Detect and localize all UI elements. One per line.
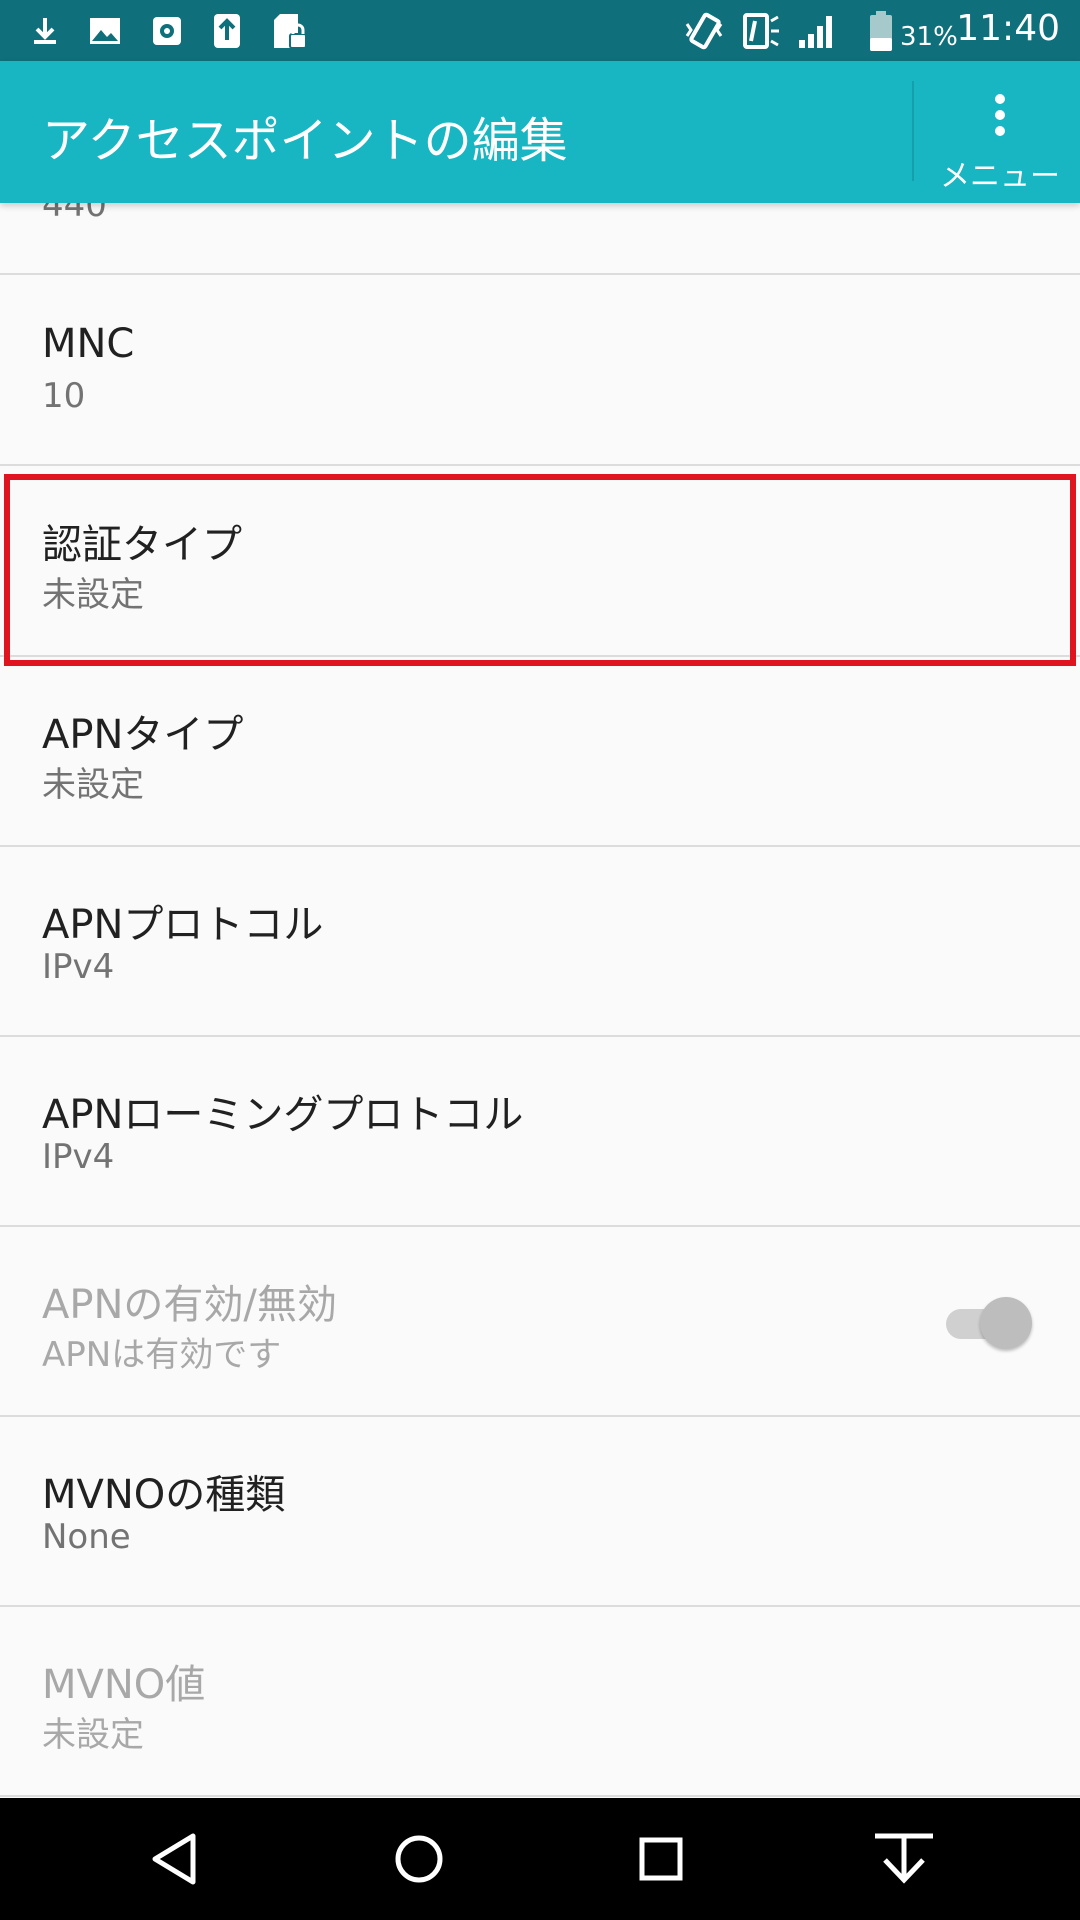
battery-icon xyxy=(860,10,902,52)
item-value: APNは有効です xyxy=(42,1335,282,1375)
upload-icon xyxy=(206,10,248,52)
item-title: APNプロトコル xyxy=(42,902,324,948)
item-title: MVNO値 xyxy=(42,1662,206,1708)
home-icon[interactable] xyxy=(384,1824,454,1894)
item-title: MNC xyxy=(42,321,135,367)
image-icon xyxy=(84,10,126,52)
list-item-auth-type[interactable]: 認証タイプ 未設定 xyxy=(0,467,1080,657)
settings-icon xyxy=(146,10,188,52)
list-item-mvno-type[interactable]: MVNOの種類 None xyxy=(0,1417,1080,1607)
recents-icon[interactable] xyxy=(626,1824,696,1894)
sd-card-icon xyxy=(268,10,310,52)
item-value: IPv4 xyxy=(42,947,115,987)
status-bar: 31% 11:40 xyxy=(0,0,1080,61)
list-item-mvno-value[interactable]: MVNO値 未設定 xyxy=(0,1607,1080,1797)
item-value: 未設定 xyxy=(42,575,144,615)
item-title: 認証タイプ xyxy=(42,522,242,568)
battery-percent: 31% xyxy=(900,22,958,52)
toggle-thumb xyxy=(980,1297,1032,1349)
menu-button[interactable]: メニュー xyxy=(920,61,1080,203)
menu-label: メニュー xyxy=(940,159,1060,194)
download-icon xyxy=(24,10,66,52)
back-icon[interactable] xyxy=(141,1824,211,1894)
apn-enable-toggle[interactable] xyxy=(946,1295,1032,1351)
list-item-apn-roaming-protocol[interactable]: APNローミングプロトコル IPv4 xyxy=(0,1037,1080,1227)
app-bar: アクセスポイントの編集 メニュー xyxy=(0,61,1080,203)
list-item-apn-protocol[interactable]: APNプロトコル IPv4 xyxy=(0,847,1080,1037)
navigation-bar xyxy=(0,1798,1080,1920)
page-title: アクセスポイントの編集 xyxy=(42,113,568,169)
list-item-apn-type[interactable]: APNタイプ 未設定 xyxy=(0,657,1080,847)
app-bar-divider xyxy=(912,81,914,181)
item-title: APNタイプ xyxy=(42,712,244,758)
signal-icon xyxy=(796,10,838,52)
item-title: APNの有効/無効 xyxy=(42,1282,337,1328)
item-value: 10 xyxy=(42,376,86,416)
item-value: 未設定 xyxy=(42,1715,144,1755)
overflow-menu-icon xyxy=(991,94,1009,138)
item-value: None xyxy=(42,1517,131,1557)
item-title: MVNOの種類 xyxy=(42,1472,286,1518)
nfc-icon xyxy=(740,10,782,52)
item-title: APNローミングプロトコル xyxy=(42,1092,524,1138)
list-item-mnc[interactable]: MNC 10 xyxy=(0,276,1080,466)
notification-pull-icon[interactable] xyxy=(869,1824,939,1894)
item-value: IPv4 xyxy=(42,1137,115,1177)
list-item-apn-enable[interactable]: APNの有効/無効 APNは有効です xyxy=(0,1227,1080,1417)
clock: 11:40 xyxy=(956,8,1060,49)
item-value: 未設定 xyxy=(42,765,144,805)
vibrate-icon xyxy=(683,10,725,52)
